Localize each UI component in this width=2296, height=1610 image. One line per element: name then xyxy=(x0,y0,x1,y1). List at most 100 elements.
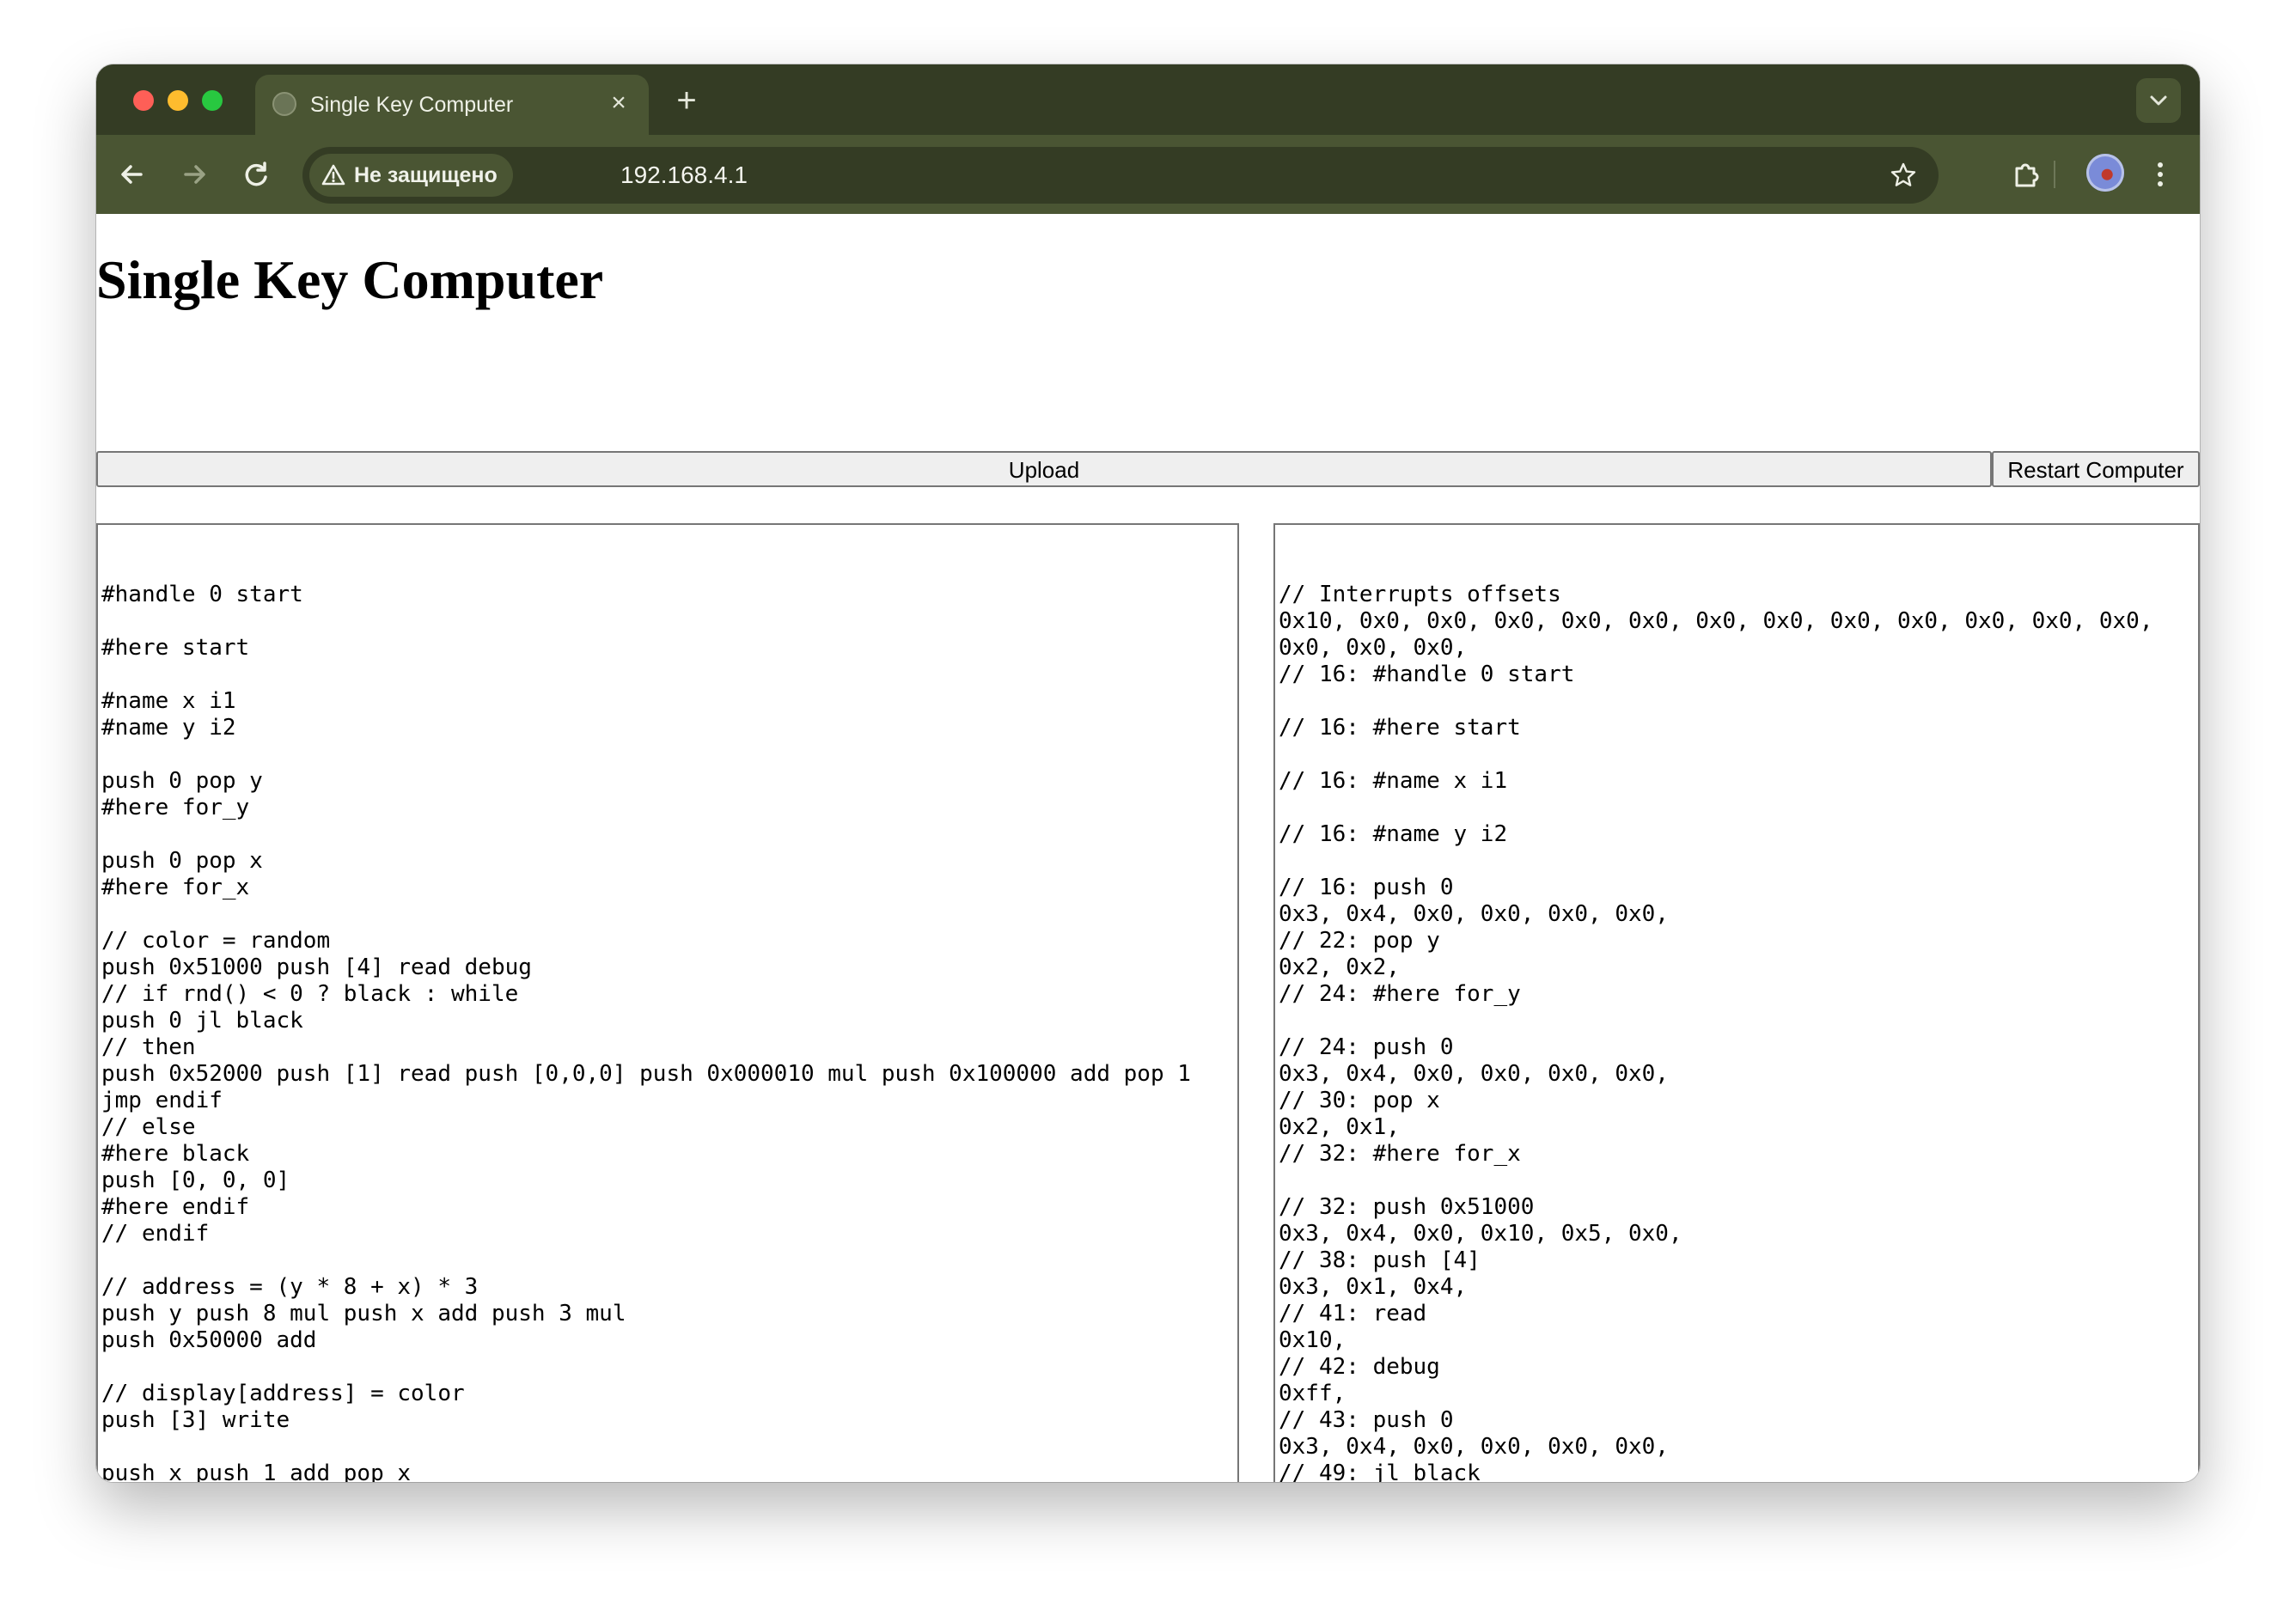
compiled-output-textarea[interactable]: // Interrupts offsets 0x10, 0x0, 0x0, 0x0… xyxy=(1273,523,2200,1482)
source-code-line: jmp endif xyxy=(101,1088,223,1113)
source-code-line: push 0 pop x xyxy=(101,848,263,874)
source-code-line: #name y i2 xyxy=(101,715,236,741)
output-code-line: 0x3, 0x4, 0x0, 0x0, 0x0, 0x0, xyxy=(1279,901,1669,927)
forward-arrow-icon[interactable] xyxy=(174,154,215,195)
output-code-line: // 16: #handle 0 start xyxy=(1279,662,1575,687)
source-code-line: #handle 0 start xyxy=(101,582,303,607)
output-code-line: 0x3, 0x4, 0x0, 0x10, 0x5, 0x0, xyxy=(1279,1221,1682,1247)
source-code-line: push 0x50000 add xyxy=(101,1327,317,1353)
output-code-line: // 32: push 0x51000 xyxy=(1279,1194,1535,1220)
output-code-line: 0x0, 0x0, 0x0, xyxy=(1279,635,1468,661)
toolbar: Не защищено 192.168.4.1 xyxy=(96,135,2200,214)
url-text[interactable]: 192.168.4.1 xyxy=(620,162,748,189)
source-code-line: push [0, 0, 0] xyxy=(101,1168,290,1193)
output-code-line xyxy=(1279,741,2195,768)
source-code-line xyxy=(101,1247,1234,1274)
output-code-line xyxy=(1279,795,2195,821)
output-code-line: // 42: debug xyxy=(1279,1354,1440,1380)
output-code-line: // 22: pop y xyxy=(1279,928,1440,954)
maximize-window-button[interactable] xyxy=(202,90,223,111)
output-code-line: // 16: #name y i2 xyxy=(1279,821,1508,847)
output-code-line xyxy=(1279,1168,2195,1194)
output-code-line: // 38: push [4] xyxy=(1279,1247,1481,1273)
output-code-line: 0x2, 0x2, xyxy=(1279,954,1400,980)
source-code-line xyxy=(101,741,1234,768)
browser-window: Single Key Computer × + Не защищено 192.… xyxy=(96,64,2200,1482)
restart-computer-button[interactable]: Restart Computer xyxy=(1992,451,2200,487)
source-code-line: // color = random xyxy=(101,928,331,954)
browser-tab[interactable]: Single Key Computer × xyxy=(255,75,649,135)
upload-button[interactable]: Upload xyxy=(96,451,1992,487)
tab-strip: Single Key Computer × + xyxy=(96,64,2200,135)
avatar[interactable] xyxy=(2086,154,2124,192)
output-code-line: 0x2, 0x1, xyxy=(1279,1114,1400,1140)
reload-icon[interactable] xyxy=(235,154,277,195)
source-code-line xyxy=(101,662,1234,688)
tab-search-button[interactable] xyxy=(2136,78,2181,123)
back-arrow-icon[interactable] xyxy=(112,154,153,195)
output-code-line: 0x3, 0x4, 0x0, 0x0, 0x0, 0x0, xyxy=(1279,1061,1669,1087)
source-code-line: // display[address] = color xyxy=(101,1381,465,1406)
output-code-line: // 30: pop x xyxy=(1279,1088,1440,1113)
output-code-line xyxy=(1279,1008,2195,1034)
source-code-line xyxy=(101,821,1234,848)
output-code-line: // 49: jl black xyxy=(1279,1461,1481,1482)
security-label: Не защищено xyxy=(354,162,498,187)
output-code-line: // 32: #here for_x xyxy=(1279,1141,1521,1167)
output-code-line: // 43: push 0 xyxy=(1279,1407,1454,1433)
source-code-line: #here endif xyxy=(101,1194,250,1220)
output-code-line: 0x3, 0x4, 0x0, 0x0, 0x0, 0x0, xyxy=(1279,1434,1669,1460)
output-code-line: 0x10, xyxy=(1279,1327,1346,1353)
output-code-line xyxy=(1279,848,2195,875)
source-code-line xyxy=(101,901,1234,928)
star-icon[interactable] xyxy=(1889,161,1918,190)
source-code-line: push [3] write xyxy=(101,1407,290,1433)
source-code-line: // if rnd() < 0 ? black : while xyxy=(101,981,519,1007)
plus-icon[interactable]: + xyxy=(668,82,705,119)
source-code-line: push 0 jl black xyxy=(101,1008,303,1034)
source-code-line xyxy=(101,1354,1234,1381)
address-bar[interactable]: Не защищено 192.168.4.1 xyxy=(302,147,1939,204)
source-code-textarea[interactable]: #handle 0 start #here start #name x i1 #nam… xyxy=(96,523,1239,1482)
output-code-line: // 16: #here start xyxy=(1279,715,1521,741)
page-title: Single Key Computer xyxy=(96,249,604,310)
source-code-line xyxy=(101,1434,1234,1461)
output-code-line: // Interrupts offsets xyxy=(1279,582,1561,607)
source-code-line: push 0 pop y xyxy=(101,768,263,794)
page-content: Single Key Computer Upload Restart Compu… xyxy=(96,214,2200,1482)
output-code-line: 0xff, xyxy=(1279,1381,1346,1406)
source-code-line: push 0x52000 push [1] read push [0,0,0] … xyxy=(101,1061,1191,1087)
output-code-line: 0x10, 0x0, 0x0, 0x0, 0x0, 0x0, 0x0, 0x0,… xyxy=(1279,608,2153,634)
source-code-line: // address = (y * 8 + x) * 3 xyxy=(101,1274,479,1300)
source-code-line: push x push 1 add pop x xyxy=(101,1461,412,1482)
tab-title: Single Key Computer xyxy=(310,93,514,117)
close-window-button[interactable] xyxy=(133,90,154,111)
security-chip[interactable]: Не защищено xyxy=(309,154,513,197)
extensions-icon[interactable] xyxy=(2006,154,2047,195)
warning-icon xyxy=(321,164,345,186)
source-code-line: #here for_x xyxy=(101,875,250,900)
source-code-line xyxy=(101,608,1234,635)
more-vert-icon[interactable] xyxy=(2140,154,2181,195)
output-code-line xyxy=(1279,688,2195,715)
minimize-window-button[interactable] xyxy=(168,90,188,111)
source-code-line: push 0x51000 push [4] read debug xyxy=(101,954,532,980)
chevron-down-icon xyxy=(2150,95,2167,106)
source-code-line: // then xyxy=(101,1034,196,1060)
source-code-line: // else xyxy=(101,1114,196,1140)
close-icon[interactable]: × xyxy=(604,88,633,118)
output-code-line: // 16: push 0 xyxy=(1279,875,1454,900)
source-code-line: push y push 8 mul push x add push 3 mul xyxy=(101,1301,626,1326)
source-code-line: #here black xyxy=(101,1141,250,1167)
source-code-line: // endif xyxy=(101,1221,210,1247)
output-code-line: 0x3, 0x1, 0x4, xyxy=(1279,1274,1468,1300)
output-code-line: // 16: #name x i1 xyxy=(1279,768,1508,794)
output-code-line: // 24: #here for_y xyxy=(1279,981,1521,1007)
source-code-line: #name x i1 xyxy=(101,688,236,714)
source-code-line: #here for_y xyxy=(101,795,250,820)
toolbar-divider xyxy=(2054,161,2055,188)
source-code-line: #here start xyxy=(101,635,250,661)
output-code-line: // 41: read xyxy=(1279,1301,1427,1326)
globe-icon xyxy=(272,92,296,116)
output-code-line: // 24: push 0 xyxy=(1279,1034,1454,1060)
